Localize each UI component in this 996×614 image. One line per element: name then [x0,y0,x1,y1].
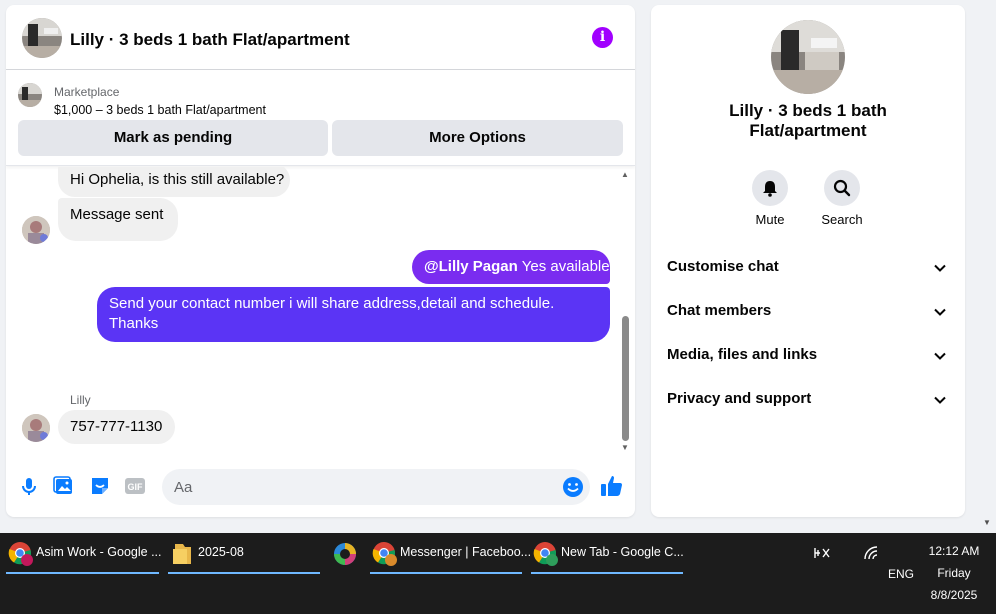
message-list: Hi Ophelia, is this still available? Mes… [6,167,635,457]
section-label: Privacy and support [667,390,812,407]
profile-avatar[interactable] [771,20,845,94]
thumbs-up-icon[interactable] [600,474,624,498]
taskbar: Asim Work - Google ... 2025-08 Messenger… [0,533,996,614]
chevron-down-icon [934,264,946,272]
chevron-down-icon [934,352,946,360]
clock-day[interactable]: Friday [920,566,988,580]
section-label: Media, files and links [667,346,818,363]
photo-icon[interactable] [53,475,75,497]
sender-avatar[interactable] [22,216,50,244]
section-media-files-links[interactable]: Media, files and links [651,337,965,373]
chrome-icon [8,542,33,566]
chevron-down-icon [934,308,946,316]
sender-name: Lilly [70,393,91,407]
incoming-message[interactable]: Hi Ophelia, is this still available? [58,167,290,197]
microphone-icon[interactable] [18,475,40,497]
emoji-icon[interactable] [562,476,584,498]
marketplace-listing-banner: Marketplace $1,000 – 3 beds 1 bath Flat/… [6,70,635,166]
mute-button[interactable]: Mute [740,170,800,227]
message-text: Yes available [521,258,610,275]
taskbar-item-messenger[interactable]: Messenger | Faceboo... [370,539,531,574]
incoming-message[interactable]: 757-777-1130 [58,410,175,444]
scroll-down-arrow[interactable]: ▼ [620,444,630,452]
active-indicator [531,572,683,574]
outgoing-message[interactable]: Send your contact number i will share ad… [97,287,610,342]
scroll-up-arrow[interactable]: ▲ [620,171,630,179]
listing-thumbnail[interactable] [18,83,42,107]
taskbar-item-label: New Tab - Google C... [561,545,684,559]
section-chat-members[interactable]: Chat members [651,293,965,329]
search-icon [824,170,860,206]
chat-header: Lilly · 3 beds 1 bath Flat/apartment i [6,5,635,70]
message-input[interactable] [162,469,590,505]
gif-icon[interactable]: GIF [124,475,146,497]
active-indicator [168,572,320,574]
chrome-icon [372,542,397,566]
more-options-button[interactable]: More Options [332,120,623,156]
listing-price-title[interactable]: $1,000 – 3 beds 1 bath Flat/apartment [54,103,266,117]
copilot-icon[interactable] [332,541,358,567]
info-icon[interactable]: i [592,27,613,48]
taskbar-item-label: Asim Work - Google ... [36,545,162,559]
chrome-icon [533,542,558,566]
active-indicator [370,572,522,574]
taskbar-item-asim-work[interactable]: Asim Work - Google ... [6,539,162,574]
sticker-icon[interactable] [89,475,111,497]
taskbar-item-label: 2025-08 [198,545,244,559]
contact-avatar[interactable] [22,18,62,58]
wifi-icon[interactable] [863,545,879,561]
folder-icon [173,544,191,564]
section-label: Customise chat [667,258,779,275]
incoming-message[interactable]: Message sent [58,198,178,241]
language-indicator[interactable]: ENG [888,567,914,581]
bell-icon [752,170,788,206]
profile-name: Lilly · 3 beds 1 bath Flat/apartment [729,101,887,140]
page-scroll-down-arrow[interactable]: ▼ [982,518,992,528]
taskbar-item-label: Messenger | Faceboo... [400,545,532,559]
search-button[interactable]: Search [812,170,872,227]
message-composer: GIF [6,463,635,513]
mute-label: Mute [755,212,785,227]
chat-panel: Lilly · 3 beds 1 bath Flat/apartment i M… [6,5,635,517]
section-label: Chat members [667,302,772,319]
conversation-info-panel: Lilly · 3 beds 1 bath Flat/apartment Mut… [651,5,965,517]
section-customise-chat[interactable]: Customise chat [651,249,965,285]
taskbar-item-new-tab[interactable]: New Tab - Google C... [531,539,684,574]
clock-date[interactable]: 8/8/2025 [920,588,988,602]
gif-label: GIF [128,482,144,492]
search-label: Search [821,212,863,227]
mention-tag[interactable]: @Lilly Pagan [424,258,518,275]
network-status-icon[interactable] [813,545,831,561]
active-indicator [6,572,159,574]
sender-avatar[interactable] [22,414,50,442]
chevron-down-icon [934,396,946,404]
mark-as-pending-button[interactable]: Mark as pending [18,120,328,156]
message-scrollbar-thumb[interactable] [622,316,629,441]
chat-title[interactable]: Lilly · 3 beds 1 bath Flat/apartment [70,30,350,50]
taskbar-item-folder[interactable]: 2025-08 [168,539,320,574]
outgoing-message[interactable]: @Lilly Pagan Yes available [412,250,610,284]
clock-time[interactable]: 12:12 AM [920,544,988,558]
listing-source: Marketplace [54,85,120,99]
section-privacy-support[interactable]: Privacy and support [651,381,965,417]
